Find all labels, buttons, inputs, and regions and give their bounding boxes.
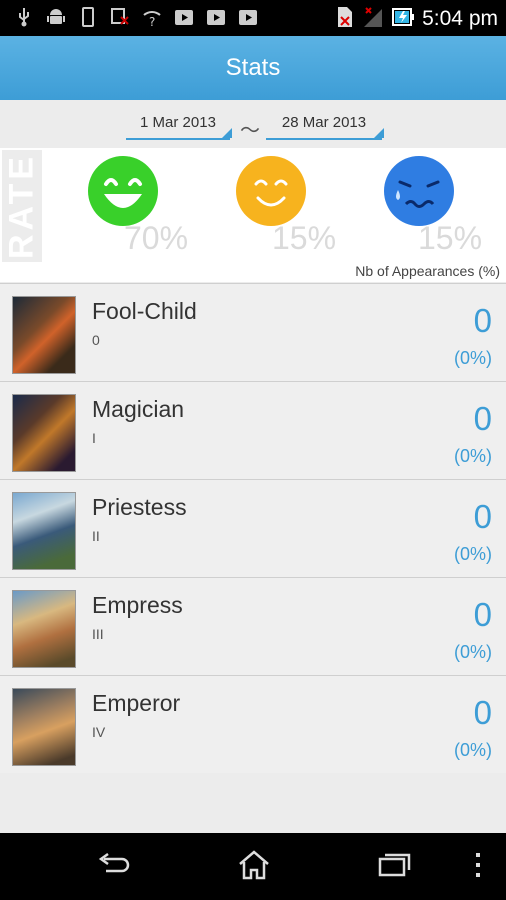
rate-label: RATE bbox=[2, 152, 41, 260]
recent-apps-icon bbox=[376, 851, 412, 883]
content-percent: 15% bbox=[272, 220, 337, 256]
card-thumbnail bbox=[12, 688, 76, 766]
content-face-icon[interactable] bbox=[236, 156, 306, 226]
date-range: 1 Mar 2013 〜 28 Mar 2013 bbox=[0, 106, 506, 142]
rate-label-box: RATE bbox=[2, 150, 42, 262]
back-icon bbox=[96, 852, 132, 881]
card-name: Empress bbox=[92, 592, 183, 618]
card-percent: (0%) bbox=[453, 348, 492, 368]
card-numeral: III bbox=[92, 626, 104, 642]
list-item[interactable]: Emperor IV 0 (0%) bbox=[0, 675, 506, 773]
list-item[interactable]: Fool-Child 0 0 (0%) bbox=[0, 283, 506, 381]
menu-button[interactable] bbox=[462, 851, 494, 883]
dropdown-corner-icon bbox=[374, 128, 384, 138]
card-count: 0 bbox=[473, 694, 492, 731]
card-percent: (0%) bbox=[453, 446, 492, 466]
card-name: Magician bbox=[92, 396, 185, 422]
end-date-value: 28 Mar 2013 bbox=[281, 114, 367, 131]
start-date-picker[interactable]: 1 Mar 2013 bbox=[126, 114, 232, 140]
menu-icon bbox=[474, 851, 482, 883]
action-bar: Stats bbox=[0, 36, 506, 100]
page-title: Stats bbox=[225, 54, 281, 81]
card-count: 0 bbox=[473, 400, 492, 437]
battery-charging-icon bbox=[392, 7, 415, 31]
home-icon bbox=[236, 850, 272, 884]
card-count: 0 bbox=[473, 498, 492, 535]
card-numeral: I bbox=[92, 430, 96, 446]
android-icon bbox=[46, 7, 66, 27]
wifi-help-icon: ? bbox=[142, 7, 162, 27]
sad-percent: 15% bbox=[418, 220, 483, 256]
card-thumbnail bbox=[12, 492, 76, 570]
no-sim-icon bbox=[336, 6, 354, 32]
play-store-icon bbox=[174, 7, 194, 27]
system-icons: 5:04 pm bbox=[336, 6, 498, 32]
navigation-bar bbox=[0, 833, 506, 900]
card-numeral: IV bbox=[92, 724, 106, 740]
recent-apps-button[interactable] bbox=[374, 851, 414, 883]
usb-icon bbox=[14, 7, 34, 27]
home-button[interactable] bbox=[234, 850, 274, 884]
card-numeral: II bbox=[92, 528, 100, 544]
card-name: Fool-Child bbox=[92, 298, 197, 324]
card-thumbnail bbox=[12, 590, 76, 668]
signal-icon bbox=[362, 6, 384, 32]
start-date-value: 1 Mar 2013 bbox=[140, 114, 216, 131]
happy-face-icon[interactable] bbox=[88, 156, 158, 226]
sad-face-icon[interactable] bbox=[384, 156, 454, 226]
clock: 5:04 pm bbox=[422, 7, 498, 30]
card-percent: (0%) bbox=[453, 544, 492, 564]
rate-caption: Nb of Appearances (%) bbox=[355, 263, 500, 279]
notification-icons: ? bbox=[14, 7, 258, 27]
svg-text:?: ? bbox=[149, 15, 155, 27]
card-count: 0 bbox=[473, 596, 492, 633]
phone-icon bbox=[78, 7, 98, 27]
card-name: Priestess bbox=[92, 494, 187, 520]
card-percent: (0%) bbox=[453, 740, 492, 760]
status-bar: ? 5:04 pm bbox=[0, 0, 506, 36]
dropdown-corner-icon bbox=[222, 128, 232, 138]
list-item[interactable]: Priestess II 0 (0%) bbox=[0, 479, 506, 577]
rate-panel: RATE 70% 15% 15% Nb of Appearances (%) bbox=[0, 148, 506, 282]
list-item[interactable]: Magician I 0 (0%) bbox=[0, 381, 506, 479]
play-store-icon bbox=[238, 7, 258, 27]
list-item[interactable]: Empress III 0 (0%) bbox=[0, 577, 506, 675]
play-store-icon bbox=[206, 7, 226, 27]
card-thumbnail bbox=[12, 296, 76, 374]
card-numeral: 0 bbox=[92, 332, 100, 348]
card-name: Emperor bbox=[92, 690, 181, 716]
card-count: 0 bbox=[473, 302, 492, 339]
end-date-picker[interactable]: 28 Mar 2013 bbox=[266, 114, 384, 140]
date-separator: 〜 bbox=[240, 118, 260, 142]
back-button[interactable] bbox=[94, 851, 134, 883]
card-percent: (0%) bbox=[453, 642, 492, 662]
card-thumbnail bbox=[12, 394, 76, 472]
card-list: Fool-Child 0 0 (0%) Magician I 0 (0%) Pr… bbox=[0, 283, 506, 773]
happy-percent: 70% bbox=[124, 220, 189, 256]
no-signal-icon bbox=[110, 7, 130, 27]
